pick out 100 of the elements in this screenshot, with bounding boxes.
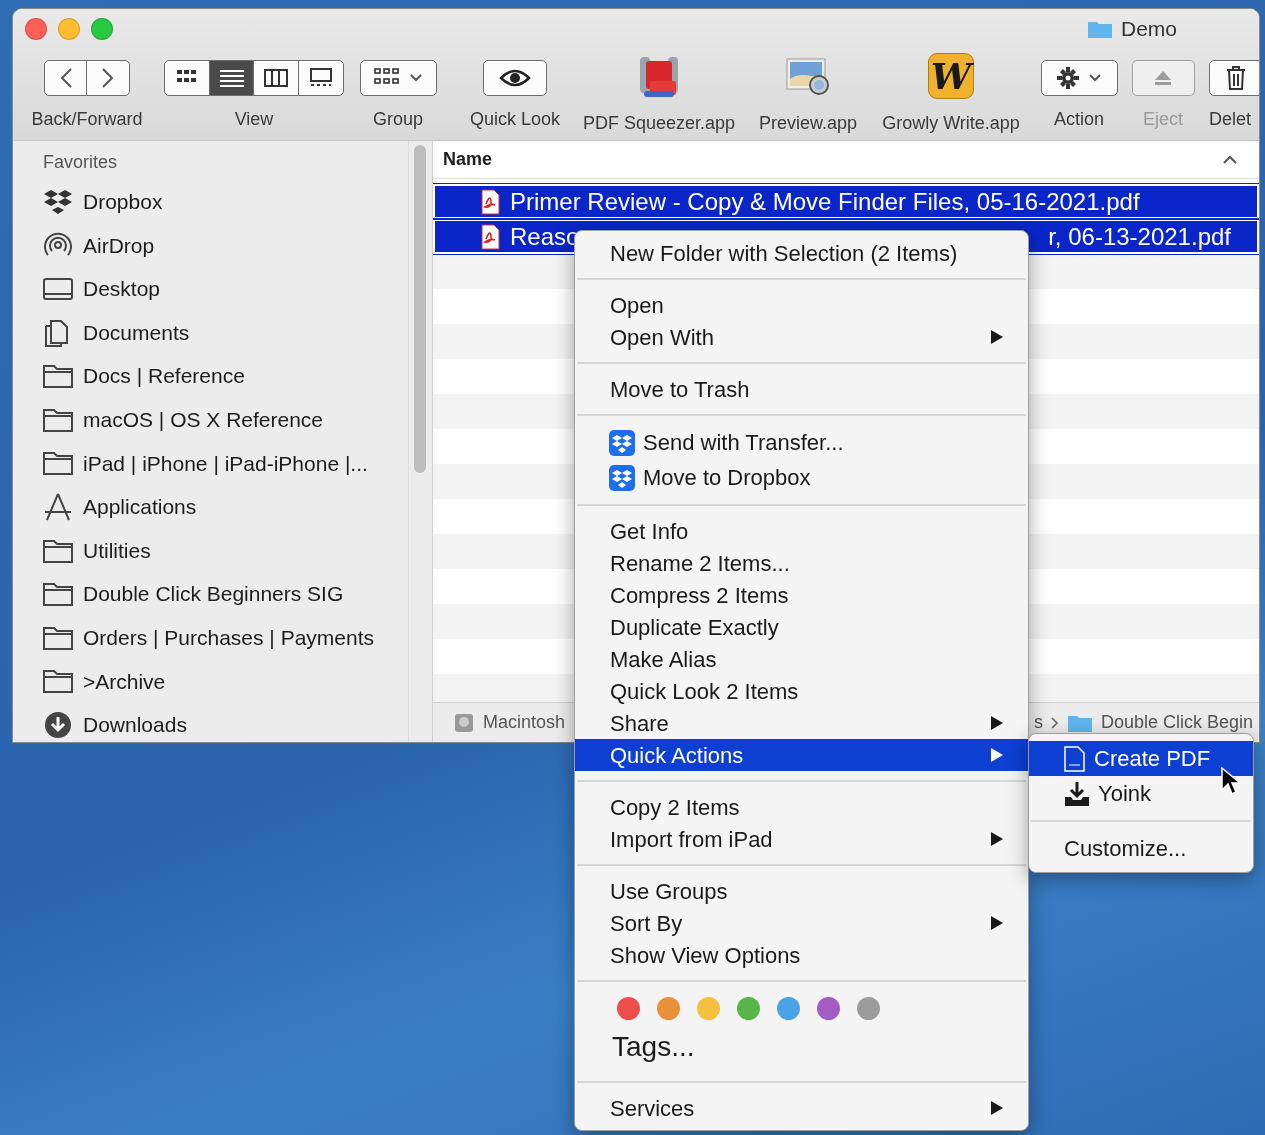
menu-label: Rename 2 Items...	[610, 549, 790, 578]
close-button[interactable]	[25, 18, 47, 40]
path-item[interactable]: s	[1033, 709, 1043, 736]
mouse-pointer-icon	[1220, 766, 1240, 796]
menu-item[interactable]: Make Alias	[575, 643, 1028, 675]
menu-item[interactable]: Tags...	[575, 1020, 1028, 1072]
eye-icon	[499, 68, 531, 88]
scrollbar-thumb[interactable]	[414, 145, 426, 473]
menu-item[interactable]: Quick Look 2 Items	[575, 675, 1028, 707]
sidebar-item[interactable]: Downloads	[43, 703, 408, 742]
menu-label: Quick Actions	[610, 741, 744, 770]
menu-item[interactable]: Use Groups	[575, 875, 1028, 907]
sidebar-item[interactable]: Docs | Reference	[43, 354, 408, 398]
toolbar-label: Delet	[1209, 108, 1252, 131]
dropbox-icon	[609, 464, 635, 491]
menu-label: Sort By	[610, 909, 683, 938]
dropbox-icon	[609, 429, 635, 456]
app-logo[interactable]: W	[928, 53, 974, 99]
toolbar-label: Group	[373, 108, 423, 131]
eject-icon	[1153, 70, 1173, 86]
columns-icon	[264, 68, 289, 88]
download-tray-icon	[1064, 780, 1090, 807]
menu-item[interactable]: Send with Transfer...	[575, 425, 1028, 460]
caret-icon	[410, 74, 422, 82]
sidebar-item[interactable]: macOS | OS X Reference	[43, 397, 408, 442]
menu-label: Get Info	[610, 517, 689, 546]
menu-item[interactable]: Move to Dropbox	[575, 460, 1028, 495]
sidebar-item[interactable]: Documents	[43, 310, 408, 355]
path-item[interactable]: Double Click Begin	[1100, 709, 1253, 736]
tag-dot[interactable]	[697, 997, 720, 1020]
menu-item[interactable]: Create PDF	[1029, 741, 1253, 776]
folder-icon	[43, 580, 73, 609]
menu-item[interactable]: Open	[575, 289, 1028, 321]
menu-item[interactable]: Services	[575, 1092, 1028, 1124]
tag-dot[interactable]	[737, 997, 760, 1020]
sidebar-item[interactable]: Utilities	[43, 528, 408, 573]
tag-dot[interactable]	[777, 997, 800, 1020]
menu-item[interactable]: Rename 2 Items...	[575, 547, 1028, 579]
sidebar-item[interactable]: Applications	[43, 485, 408, 529]
tag-dot[interactable]	[817, 997, 840, 1020]
trash-button[interactable]	[1209, 60, 1259, 96]
menu-label: New Folder with Selection (2 Items)	[610, 239, 958, 268]
forward-button[interactable]	[86, 60, 131, 96]
menu-label: Move to Trash	[610, 375, 750, 404]
gallery-view-button[interactable]	[297, 60, 344, 96]
file-name: Primer Review - Copy & Move Finder Files, 05-16-2021.pdf	[510, 186, 1140, 217]
menu-label: Show View Options	[610, 941, 801, 970]
toolbar-label: Growly Write.app	[882, 112, 1020, 135]
icon-view-button[interactable]	[164, 60, 211, 96]
toolbar-label: Quick Look	[469, 108, 560, 131]
menu-item[interactable]: Compress 2 Items	[575, 579, 1028, 611]
trash-icon	[1226, 66, 1246, 90]
folder-icon	[1086, 19, 1113, 39]
menu-item[interactable]: Customize...	[1029, 831, 1253, 866]
action-menu-button[interactable]	[1040, 60, 1118, 96]
menu-item[interactable]: Copy 2 Items	[575, 791, 1028, 823]
toolbar-label: Back/Forward	[31, 108, 143, 131]
menu-item[interactable]: Get Info	[575, 515, 1028, 547]
menu-label: Share	[610, 709, 669, 738]
gear-icon	[1057, 67, 1079, 89]
file-row[interactable]: Primer Review - Copy & Move Finder Files, 05-16-2021.pdf	[433, 184, 1259, 219]
menu-item[interactable]: Duplicate Exactly	[575, 611, 1028, 643]
sidebar-item[interactable]: Orders | Purchases | Payments	[43, 615, 408, 660]
zoom-button[interactable]	[91, 18, 113, 40]
column-view-button[interactable]	[253, 60, 300, 96]
list-view-button[interactable]	[208, 60, 255, 96]
menu-item[interactable]: Show View Options	[575, 939, 1028, 971]
back-button[interactable]	[43, 60, 88, 96]
tag-dot[interactable]	[857, 997, 880, 1020]
path-item[interactable]: Macintosh	[483, 709, 566, 736]
sidebar-item[interactable]: Desktop	[43, 267, 408, 311]
path-chevron-icon	[1050, 716, 1059, 729]
sidebar-item[interactable]: iPad | iPhone | iPad-iPhone |...	[43, 441, 408, 486]
menu-item[interactable]: Quick Actions	[575, 739, 1028, 771]
chevron-right-icon	[101, 67, 116, 89]
toolbar-label: PDF Squeezer.app	[582, 112, 736, 135]
column-header[interactable]: Name	[433, 141, 1259, 179]
tag-dot[interactable]	[657, 997, 680, 1020]
toolbar-label: Preview.app	[758, 112, 858, 135]
menu-label: Customize...	[1064, 835, 1187, 863]
sidebar-item[interactable]: Dropbox	[43, 180, 408, 224]
chevron-left-icon	[58, 67, 73, 89]
menu-label: Open With	[610, 323, 714, 352]
column-title: Name	[443, 148, 493, 171]
tag-dot[interactable]	[617, 997, 640, 1020]
menu-item[interactable]: Move to Trash	[575, 373, 1028, 405]
group-menu-button[interactable]	[359, 60, 437, 96]
quick-look-button[interactable]	[483, 60, 547, 96]
menu-item[interactable]: Share	[575, 707, 1028, 739]
sidebar-item[interactable]: AirDrop	[43, 223, 408, 268]
menu-item[interactable]: New Folder with Selection (2 Items)	[575, 237, 1028, 269]
menu-item[interactable]: Yoink	[1029, 776, 1253, 811]
menu-item[interactable]: Import from iPad	[575, 823, 1028, 855]
desktop-icon	[43, 275, 73, 303]
menu-item[interactable]: Sort By	[575, 907, 1028, 939]
menu-label: Make Alias	[610, 645, 717, 674]
sidebar-item[interactable]: >Archive	[43, 659, 408, 704]
menu-item[interactable]: Open With	[575, 321, 1028, 353]
sidebar-item[interactable]: Double Click Beginners SIG	[43, 572, 408, 616]
menu-label: Open	[610, 291, 664, 320]
